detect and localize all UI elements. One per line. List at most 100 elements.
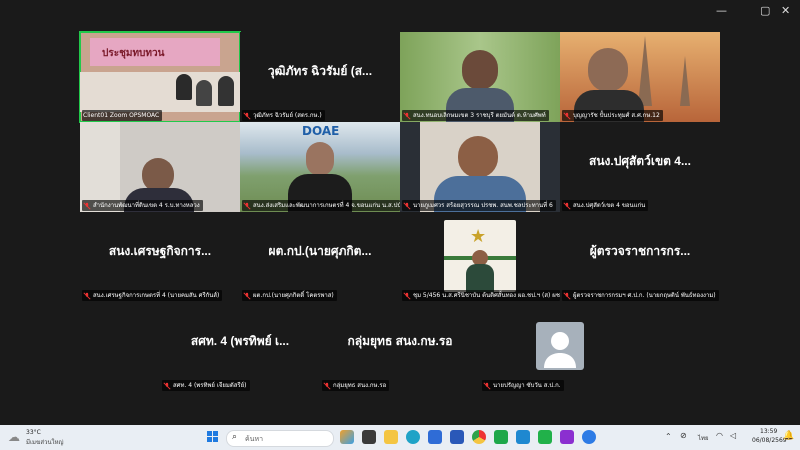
default-avatar — [536, 322, 584, 370]
mail-app-icon[interactable] — [450, 430, 464, 444]
participant-tile[interactable]: กลุ่มยุทธ สนง.กษ.รอ กลุ่มยุทธ สนง.กษ.รอ — [320, 302, 480, 392]
mic-muted-icon — [163, 381, 171, 390]
line-app-icon[interactable] — [538, 430, 552, 444]
volume-icon[interactable]: ◁ — [730, 431, 736, 440]
mic-muted-icon — [243, 291, 251, 300]
participant-label: สศท. 4 (พรทิพย์ เจียมดัสรีย์) — [162, 380, 250, 391]
meeting-room-banner: ประชุมทบทวน — [90, 38, 220, 66]
input-language[interactable]: ไทย — [698, 433, 709, 443]
cloud-icon: ☁ — [8, 430, 20, 444]
participant-display-name: วุฒิภัทร ฉิวรัมย์ (ส... — [267, 63, 373, 78]
participant-tile[interactable]: DOAE สนง.ส่งเสริมและพัฒนาการเกษตรที่ 4 จ… — [240, 122, 400, 212]
participant-name-label: Client01 Zoom OPSMOAC — [83, 112, 160, 119]
participant-name-label: ชุม 5/456 น.ส.ศรีนิชาบัน ต้นติศสั้นทอง ผ… — [413, 292, 560, 299]
participant-display-name: สนง.ปศุสัตว์เขต 4... — [589, 153, 691, 168]
close-button[interactable]: ✕ — [781, 4, 790, 17]
notification-bell-icon[interactable]: 🔔 — [783, 431, 794, 441]
weather-widget[interactable]: ☁ 33°C มีเมฆส่วนใหญ่ — [6, 428, 96, 448]
minimize-button[interactable]: — — [716, 4, 727, 17]
participant-label: สำนักงานพัฒนาที่ดินเขต 4 ร.บ.ทางหลวง — [82, 200, 203, 211]
microsoft-store-icon[interactable] — [428, 430, 442, 444]
participant-label: สนง.ทนอบเลิกษมเขต 3 ราชบุรี ตยมันต์ ต.ห้… — [402, 110, 549, 121]
participant-label: กลุ่มยุทธ สนง.กษ.รอ — [322, 380, 390, 391]
file-explorer-icon[interactable] — [384, 430, 398, 444]
participant-display-name: ผต.กป.(นายศุภกิต... — [268, 243, 372, 258]
app-icon[interactable] — [560, 430, 574, 444]
participant-name-label: สนง.ส่งเสริมและพัฒนาการเกษตรที่ 4 จ.ขอนแ… — [253, 202, 400, 209]
participant-tile[interactable]: สำนักงานพัฒนาที่ดินเขต 4 ร.บ.ทางหลวง — [80, 122, 240, 212]
weather-temperature: 33°C — [26, 429, 41, 436]
mic-muted-icon — [243, 111, 251, 120]
attendee — [218, 76, 234, 106]
mic-muted-icon — [323, 381, 331, 390]
participant-face — [458, 136, 498, 178]
windows-start-icon[interactable] — [207, 431, 219, 443]
wifi-icon[interactable]: ◠ — [716, 431, 723, 440]
participant-name-label: สนง.เศรษฐกิจการเกษตรที่ 4 (นายคมสัน ศรีก… — [93, 292, 220, 299]
participant-tile[interactable]: ประชุมทบทวน Client01 Zoom OPSMOAC — [79, 31, 241, 123]
widgets-app-icon[interactable] — [340, 430, 354, 444]
participant-name-label: นายปรัญญา ซับวัน ส.ป.ก. — [493, 382, 561, 389]
participant-display-name: ผู้ตรวจราชการกร... — [589, 243, 691, 258]
maximize-button[interactable]: ▢ — [760, 4, 770, 17]
participant-tile[interactable]: สนง.เศรษฐกิจการ... สนง.เศรษฐกิจการเกษตรท… — [80, 212, 240, 302]
participant-label: สนง.ส่งเสริมและพัฒนาการเกษตรที่ 4 จ.ขอนแ… — [242, 200, 400, 211]
participant-face — [142, 158, 174, 192]
line-app-icon[interactable] — [494, 430, 508, 444]
clock-date[interactable]: 06/08/2569 — [752, 437, 787, 444]
attendee — [196, 80, 212, 106]
participant-face — [588, 48, 628, 92]
participant-tile[interactable]: นายปรัญญา ซับวัน ส.ป.ก. — [480, 302, 640, 392]
participant-name-label: บุญญารัช ปั้นประทุมศ์ ส.ศ.กษ.12 — [573, 112, 660, 119]
video-background — [80, 122, 120, 212]
chrome-browser-icon[interactable] — [472, 430, 486, 444]
mic-muted-icon — [563, 201, 571, 210]
participant-face — [462, 50, 498, 90]
conference-table — [80, 72, 240, 112]
participant-label: บุญญารัช ปั้นประทุมศ์ ส.ศ.กษ.12 — [562, 110, 663, 121]
participant-tile[interactable]: ★ ชุม 5/456 น.ส.ศรีนิชาบัน ต้นติศสั้นทอง… — [400, 212, 560, 302]
network-icon[interactable]: ⊘ — [680, 431, 687, 440]
taskbar-search-box[interactable]: ⌕ ค้นหา — [226, 430, 334, 447]
mic-muted-icon — [243, 201, 251, 210]
participant-label: สนง.ปศุสัตว์เขต 4 ขอนแก่น — [562, 200, 649, 211]
participant-body — [466, 264, 494, 292]
zoom-app-icon[interactable] — [582, 430, 596, 444]
participant-label: สนง.เศรษฐกิจการเกษตรที่ 4 (นายคมสัน ศรีก… — [82, 290, 223, 301]
participant-tile[interactable]: วุฒิภัทร ฉิวรัมย์ (ส... วุฒิภัทร ฉิวรัมย… — [240, 32, 400, 122]
mic-muted-icon — [403, 111, 411, 120]
chevron-up-icon[interactable]: ⌃ — [665, 432, 672, 441]
participant-tile[interactable]: บุญญารัช ปั้นประทุมศ์ ส.ศ.กษ.12 — [560, 32, 720, 122]
participant-name-label: สนง.ทนอบเลิกษมเขต 3 ราชบุรี ตยมันต์ ต.ห้… — [413, 112, 546, 119]
participant-name-label: ผู้ตรวจราชการกรมฯ ศ.ป.ก. (นายกฤษติน์ พัน… — [573, 292, 716, 299]
participant-name-label: กลุ่มยุทธ สนง.กษ.รอ — [333, 382, 387, 389]
participant-name-label: สศท. 4 (พรทิพย์ เจียมดัสรีย์) — [173, 382, 247, 389]
participant-tile[interactable]: ผต.กป.(นายศุภกิต... ผต.กป.(นายศุภกิตติ์ … — [240, 212, 400, 302]
participant-tile[interactable]: นายภูเมศวร สร้อยสุวรรณ ปรชพ. สนพ.ชลประทา… — [400, 122, 560, 212]
participant-tile[interactable]: สนง.ปศุสัตว์เขต 4... สนง.ปศุสัตว์เขต 4 ข… — [560, 122, 720, 212]
participant-label: Client01 Zoom OPSMOAC — [82, 110, 163, 121]
participant-display-name: กลุ่มยุทธ สนง.กษ.รอ — [347, 333, 453, 348]
weather-description: มีเมฆส่วนใหญ่ — [26, 439, 64, 446]
participant-label: นายภูเมศวร สร้อยสุวรรณ ปรชพ. สนพ.ชลประทา… — [402, 200, 556, 211]
participant-label: นายปรัญญา ซับวัน ส.ป.ก. — [482, 380, 564, 391]
participant-tile[interactable]: สศท. 4 (พรทิพย์ เ... สศท. 4 (พรทิพย์ เจี… — [160, 302, 320, 392]
mic-muted-icon — [83, 291, 91, 300]
windows-taskbar: ☁ 33°C มีเมฆส่วนใหญ่ ⌕ ค้นหา ⌃ ⊘ ไทย ◠ ◁… — [0, 425, 800, 450]
attendee — [176, 74, 192, 100]
mic-muted-icon — [563, 111, 571, 120]
doae-logo: DOAE — [302, 124, 340, 138]
participant-label: ชุม 5/456 น.ส.ศรีนิชาบัน ต้นติศสั้นทอง ผ… — [402, 290, 560, 301]
star-emblem-icon: ★ — [470, 226, 487, 247]
mic-muted-icon — [83, 201, 91, 210]
app-icon[interactable] — [516, 430, 530, 444]
participant-name-label: สนง.ปศุสัตว์เขต 4 ขอนแก่น — [573, 202, 646, 209]
participant-label: ผต.กป.(นายศุภกิตติ์ โคตรพาส) — [242, 290, 337, 301]
participant-tile[interactable]: ผู้ตรวจราชการกร... ผู้ตรวจราชการกรมฯ ศ.ป… — [560, 212, 720, 302]
clock-time[interactable]: 13:59 — [760, 428, 777, 435]
task-view-icon[interactable] — [362, 430, 376, 444]
participant-tile[interactable]: สนง.ทนอบเลิกษมเขต 3 ราชบุรี ตยมันต์ ต.ห้… — [400, 32, 560, 122]
edge-browser-icon[interactable] — [406, 430, 420, 444]
mic-muted-icon — [403, 291, 411, 300]
participant-label: ผู้ตรวจราชการกรมฯ ศ.ป.ก. (นายกฤษติน์ พัน… — [562, 290, 719, 301]
